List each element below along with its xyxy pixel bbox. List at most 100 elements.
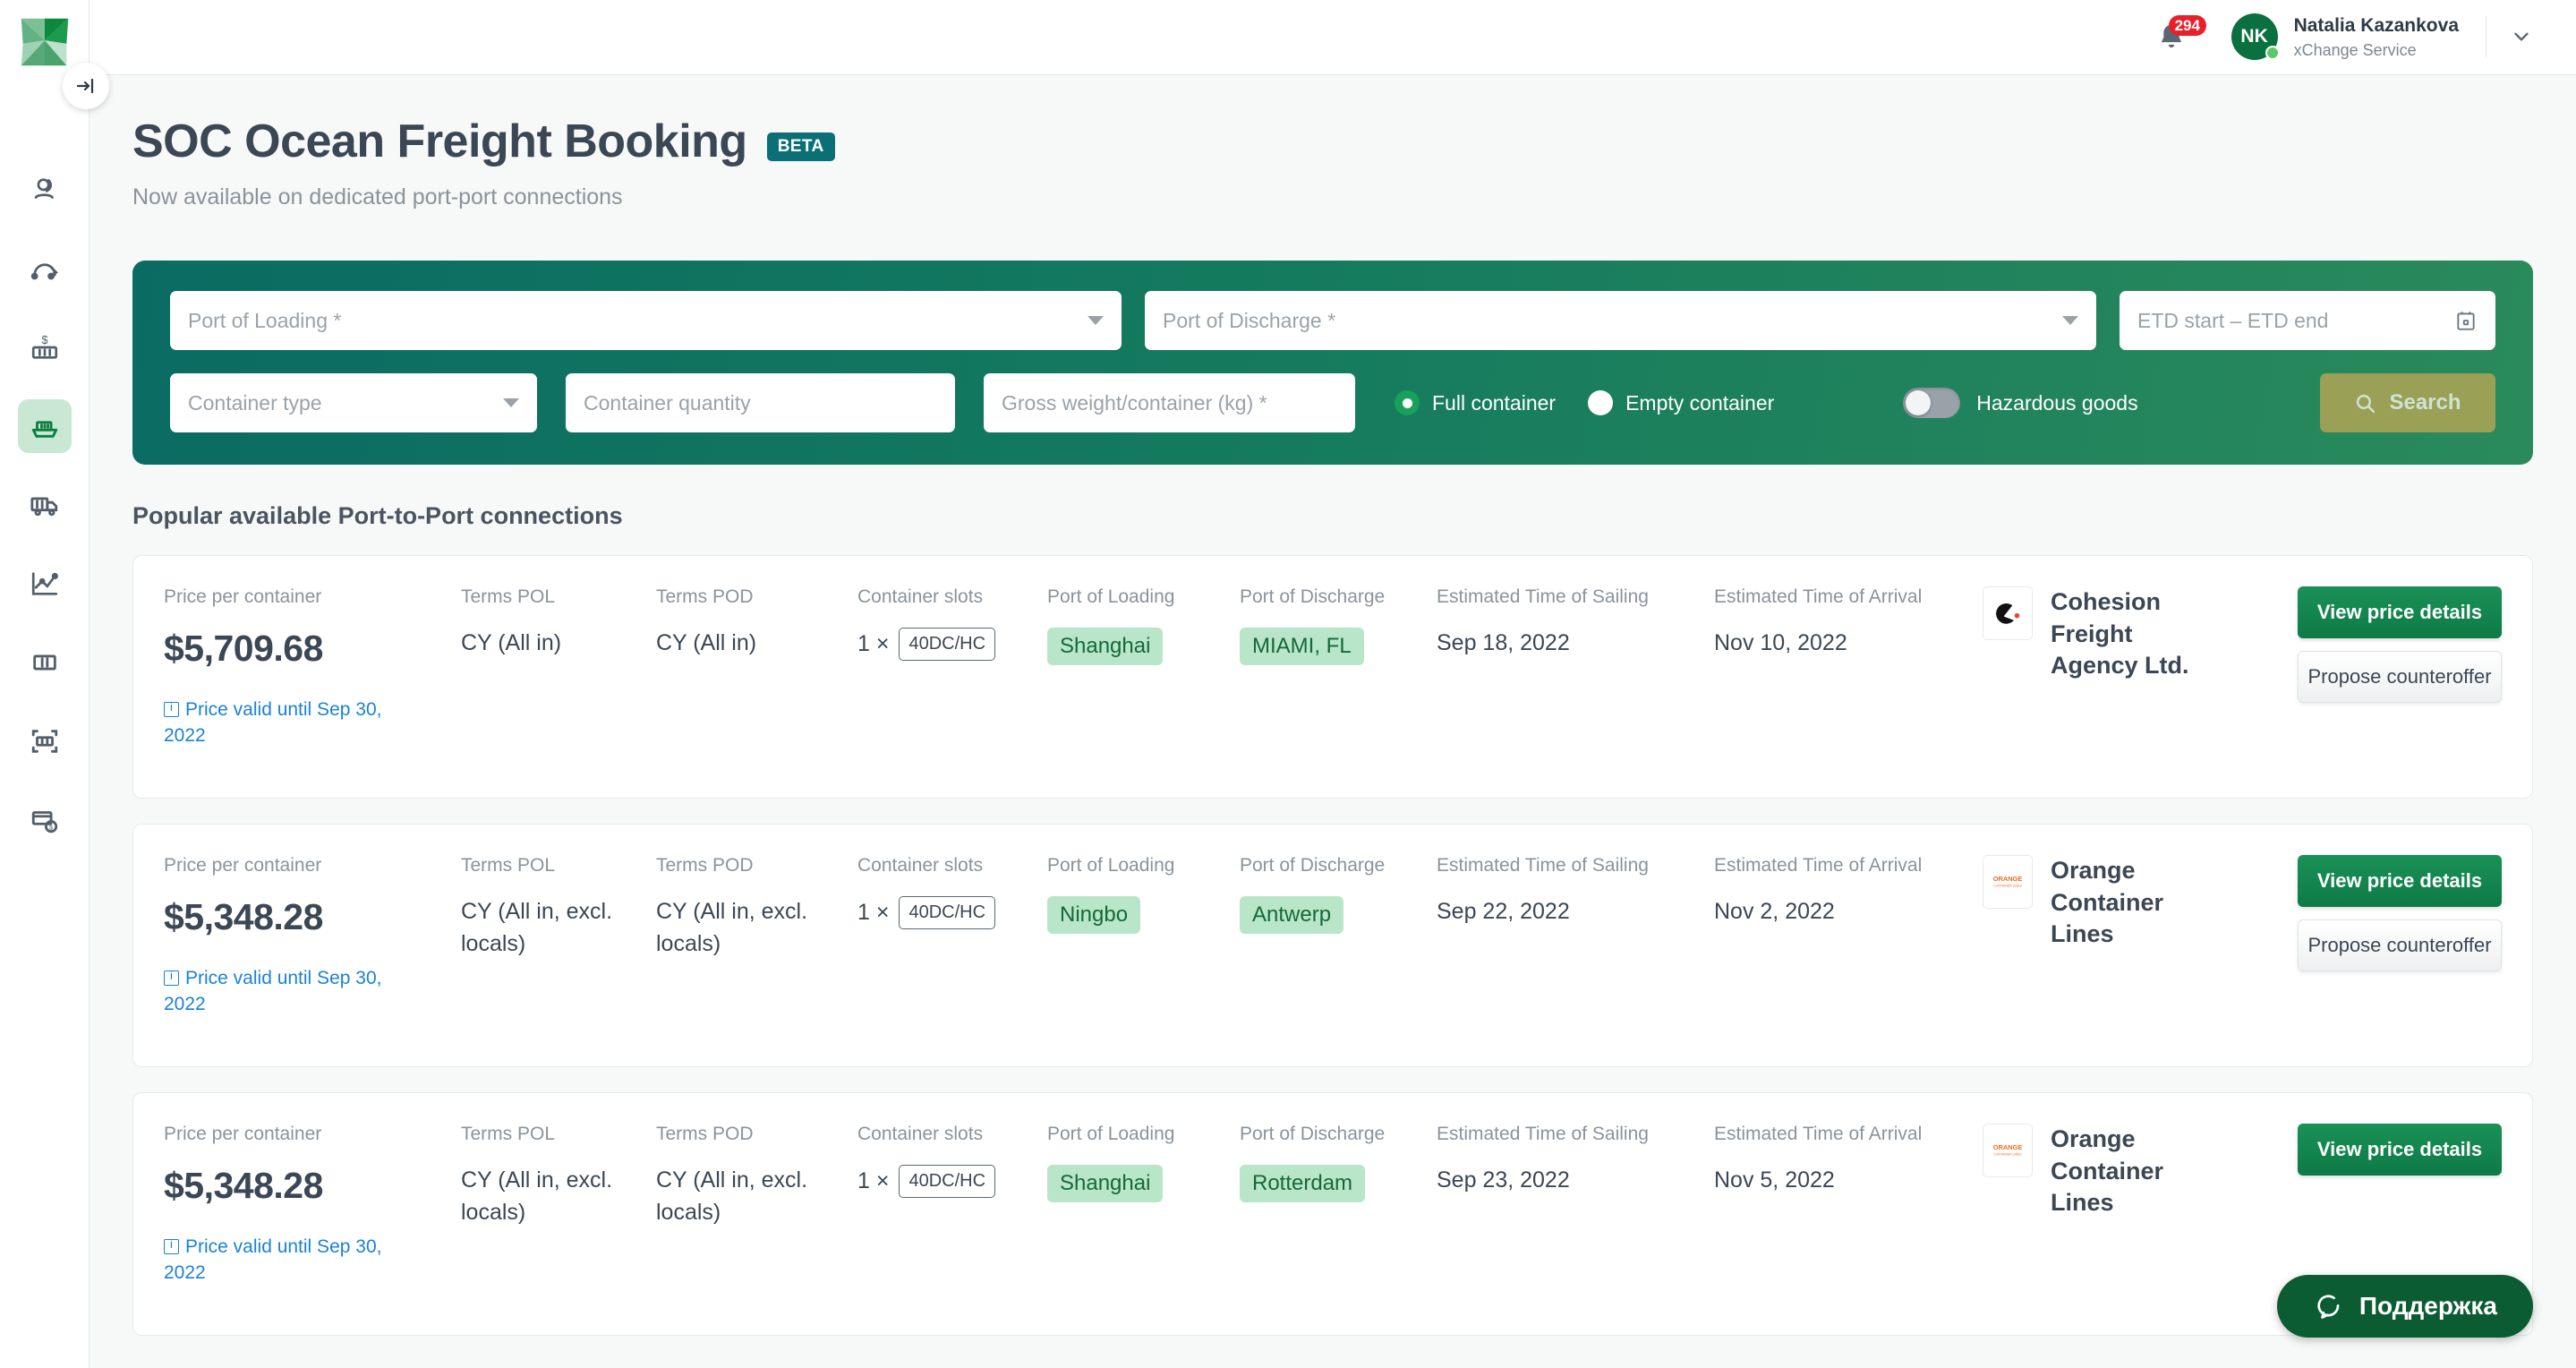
view-price-details-button[interactable]: View price details bbox=[2298, 586, 2502, 638]
notifications-button[interactable]: 294 bbox=[2154, 14, 2206, 55]
container-type-select[interactable]: Container type bbox=[170, 373, 537, 432]
sidebar-item-containers[interactable] bbox=[18, 636, 72, 689]
user-menu[interactable]: NK Natalia Kazankova xChange Service bbox=[2231, 13, 2533, 61]
carrier-name: Cohesion Freight Agency Ltd. bbox=[2051, 588, 2189, 680]
port-of-discharge-chip: Rotterdam bbox=[1240, 1165, 1366, 1202]
sidebar-item-trucking[interactable] bbox=[18, 478, 72, 532]
carrier-logo: ORANGE CONTAINER LINES bbox=[1983, 855, 2033, 909]
container-slots-value: 1 × 40DC/HC bbox=[857, 1165, 1036, 1198]
eta-value: Nov 10, 2022 bbox=[1714, 630, 1847, 655]
ets-column: Estimated Time of Sailing Sep 23, 2022 bbox=[1437, 1124, 1714, 1197]
column-label-price: Price per container bbox=[164, 1124, 322, 1144]
column-label-slots: Container slots bbox=[857, 1124, 984, 1144]
sidebar-item-one-way[interactable] bbox=[18, 242, 72, 295]
chevron-down-icon bbox=[2514, 33, 2529, 41]
sidebar-item-ocean-freight[interactable] bbox=[17, 399, 72, 453]
view-price-details-button[interactable]: View price details bbox=[2298, 855, 2502, 907]
support-chat-label: Поддержка bbox=[2358, 1292, 2497, 1320]
column-label-eta: Estimated Time of Arrival bbox=[1714, 1124, 1923, 1144]
container-slots-value: 1 × 40DC/HC bbox=[857, 628, 1036, 661]
radio-full-container[interactable]: Full container bbox=[1395, 390, 1556, 415]
sidebar-item-insights[interactable] bbox=[18, 557, 72, 611]
hazardous-goods-toggle[interactable]: Hazardous goods bbox=[1903, 388, 2138, 418]
port-of-loading-chip: Ningbo bbox=[1047, 896, 1141, 934]
user-organization: xChange Service bbox=[2293, 40, 2417, 59]
info-icon bbox=[164, 699, 179, 717]
propose-counteroffer-button[interactable]: Propose counteroffer bbox=[2298, 651, 2502, 703]
search-button-label: Search bbox=[2389, 390, 2461, 415]
card-payment-icon: $ bbox=[31, 811, 57, 834]
ship-icon bbox=[31, 421, 57, 438]
terms-pod-value: CY (All in) bbox=[656, 630, 757, 655]
terms-pod-column: Terms POD CY (All in, excl. locals) bbox=[656, 855, 857, 960]
chevron-down-icon bbox=[503, 398, 519, 407]
etd-date-range-input[interactable]: ETD start – ETD end bbox=[2120, 291, 2495, 350]
topbar: 294 NK Natalia Kazankova xChange Service bbox=[90, 0, 2576, 75]
info-icon bbox=[164, 968, 179, 986]
carrier-name: Orange Container Lines bbox=[2051, 857, 2164, 948]
slot-quantity: 1 × bbox=[857, 900, 890, 925]
slot-quantity: 1 × bbox=[857, 631, 890, 656]
orange-logo: ORANGECONTAINER LINES bbox=[1993, 1143, 2023, 1156]
chevron-down-icon bbox=[2062, 316, 2078, 325]
container-quantity-placeholder: Container quantity bbox=[584, 390, 751, 415]
column-label-eta: Estimated Time of Arrival bbox=[1714, 855, 1923, 876]
port-of-loading-column: Port of Loading Ningbo bbox=[1047, 855, 1240, 934]
propose-counteroffer-button[interactable]: Propose counteroffer bbox=[2298, 919, 2502, 971]
svg-text:$: $ bbox=[41, 333, 47, 346]
column-label-slots: Container slots bbox=[857, 586, 984, 607]
terms-pol-value: CY (All in, excl. locals) bbox=[461, 899, 613, 956]
svg-text:ORANGE: ORANGE bbox=[1993, 875, 2023, 883]
price-column: Price per container $5,709.68 Price valid … bbox=[164, 586, 461, 749]
slot-container-type: 40DC/HC bbox=[899, 628, 996, 661]
price-validity-link[interactable]: Price valid until Sep 30, 2022 bbox=[164, 697, 397, 749]
column-label-slots: Container slots bbox=[857, 855, 984, 876]
page-header: SOC Ocean Freight Booking BETA bbox=[132, 115, 2533, 168]
price-validity-link[interactable]: Price valid until Sep 30, 2022 bbox=[164, 965, 397, 1018]
column-label-pod: Port of Discharge bbox=[1240, 586, 1386, 607]
search-panel: Port of Loading * Port of Discharge * ET… bbox=[132, 261, 2533, 465]
avatar: NK bbox=[2231, 13, 2280, 61]
column-label-terms-pod: Terms POD bbox=[656, 1124, 754, 1144]
user-menu-toggle[interactable] bbox=[2510, 25, 2533, 48]
column-label-ets: Estimated Time of Sailing bbox=[1437, 855, 1649, 876]
eta-column: Estimated Time of Arrival Nov 5, 2022 bbox=[1714, 1124, 1983, 1197]
container-scan-icon bbox=[31, 730, 57, 753]
column-label-pol: Port of Loading bbox=[1047, 855, 1175, 876]
gross-weight-input[interactable]: Gross weight/container (kg) * bbox=[984, 373, 1355, 432]
search-row-primary: Port of Loading * Port of Discharge * ET… bbox=[170, 291, 2495, 350]
terms-pod-value: CY (All in, excl. locals) bbox=[656, 1167, 808, 1225]
port-of-discharge-select[interactable]: Port of Discharge * bbox=[1145, 291, 2096, 350]
ets-value: Sep 22, 2022 bbox=[1437, 899, 1570, 924]
main-area: 294 NK Natalia Kazankova xChange Service bbox=[90, 0, 2576, 1368]
container-slots-value: 1 × 40DC/HC bbox=[857, 896, 1036, 929]
column-label-eta: Estimated Time of Arrival bbox=[1714, 586, 1923, 607]
port-of-discharge-chip: MIAMI, FL bbox=[1240, 628, 1364, 665]
sidebar-item-payments[interactable]: $ bbox=[18, 793, 72, 847]
svg-text:ORANGE: ORANGE bbox=[1993, 1143, 2023, 1151]
column-label-ets: Estimated Time of Sailing bbox=[1437, 586, 1649, 607]
container-price-icon: $ bbox=[31, 333, 57, 359]
container-type-placeholder: Container type bbox=[188, 390, 322, 415]
sidebar-item-inspections[interactable] bbox=[18, 714, 72, 768]
sidebar-item-search[interactable] bbox=[18, 163, 72, 217]
support-chat-button[interactable]: Поддержка bbox=[2276, 1275, 2533, 1338]
container-icon bbox=[32, 654, 56, 671]
slot-container-type: 40DC/HC bbox=[899, 896, 996, 929]
container-quantity-input[interactable]: Container quantity bbox=[566, 373, 955, 432]
sidebar-item-container-trading[interactable]: $ bbox=[18, 321, 72, 374]
terms-pol-value: CY (All in) bbox=[461, 630, 562, 655]
eta-value: Nov 2, 2022 bbox=[1714, 899, 1835, 924]
chat-bubble-icon bbox=[2317, 1295, 2340, 1319]
port-of-loading-select[interactable]: Port of Loading * bbox=[170, 291, 1122, 350]
radio-empty-container[interactable]: Empty container bbox=[1588, 390, 1774, 415]
port-of-loading-chip: Shanghai bbox=[1047, 1165, 1164, 1202]
collapse-sidebar-button[interactable] bbox=[63, 63, 109, 109]
port-of-loading-column: Port of Loading Shanghai bbox=[1047, 586, 1240, 665]
view-price-details-button[interactable]: View price details bbox=[2298, 1124, 2502, 1176]
results-section-title: Popular available Port-to-Port connectio… bbox=[132, 502, 623, 529]
column-label-pol: Port of Loading bbox=[1047, 1124, 1175, 1144]
ets-column: Estimated Time of Sailing Sep 18, 2022 bbox=[1437, 586, 1714, 660]
search-button[interactable]: Search bbox=[2320, 373, 2495, 432]
price-validity-link[interactable]: Price valid until Sep 30, 2022 bbox=[164, 1234, 397, 1287]
